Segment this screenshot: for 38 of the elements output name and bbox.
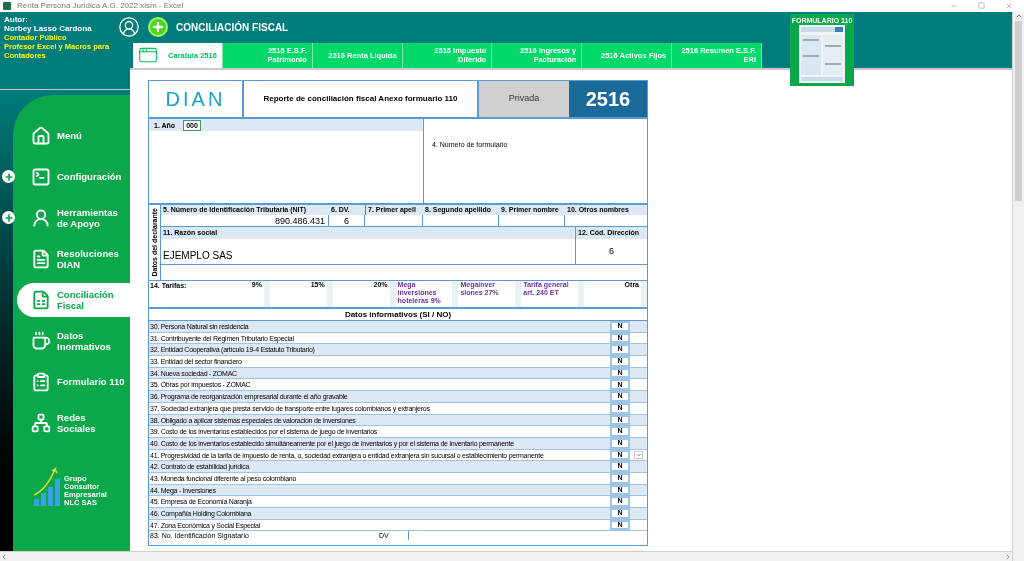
scroll-up-icon[interactable] (1014, 12, 1023, 20)
author-name: Norbey Lasso Cardona (4, 24, 93, 33)
vertical-scrollbar[interactable] (1012, 12, 1024, 561)
add-icon[interactable] (148, 17, 168, 38)
document-icon (31, 248, 51, 269)
form-number: 2516 (585, 87, 631, 112)
user-icon[interactable] (118, 16, 140, 39)
scroll-left-icon[interactable] (0, 552, 8, 561)
form-title: Reporte de conciliación fiscal Anexo formuario 110 (263, 93, 458, 105)
spreadsheet-icon (31, 289, 51, 310)
close-icon[interactable] (1005, 2, 1013, 10)
dv-field[interactable]: 6 (329, 215, 365, 226)
scroll-right-icon[interactable] (1004, 552, 1012, 561)
person-icon (31, 207, 51, 228)
dropdown-button[interactable] (634, 450, 643, 459)
excel-icon (3, 2, 11, 10)
scroll-thumb[interactable] (1015, 21, 1022, 201)
plus-icon[interactable] (2, 211, 15, 224)
home-icon (31, 125, 51, 146)
logo: DIAN (165, 89, 226, 109)
form-icon (31, 371, 51, 392)
plus-icon[interactable] (2, 170, 15, 183)
restore-icon[interactable] (978, 2, 985, 9)
minimize-icon[interactable] (950, 2, 958, 10)
network-icon (31, 412, 51, 433)
address-code-field[interactable]: 6 (575, 239, 647, 264)
growth-chart-icon (33, 465, 61, 507)
terminal-icon (31, 166, 51, 187)
horizontal-scrollbar[interactable] (0, 551, 1012, 561)
nit-field[interactable]: 890.486.431 (161, 215, 329, 226)
section-title: Datos informativos (SI / NO) (344, 308, 452, 321)
caret-icon (635, 451, 642, 458)
author-label: Autor: (4, 15, 29, 24)
privacy-label: Privada (508, 92, 540, 106)
page-title: CONCILIACIÓN FISCAL (176, 20, 289, 35)
company-field[interactable]: EJEMPLO SAS (161, 239, 575, 264)
window-title: Renta Persona Juridica A.G. 2022.xlsm - Excel (17, 0, 184, 12)
coffee-icon (31, 330, 51, 351)
